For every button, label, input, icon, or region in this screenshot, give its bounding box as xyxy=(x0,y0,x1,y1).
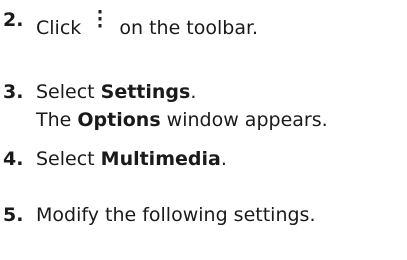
more-vertical-icon xyxy=(87,10,113,36)
step-line-2: The Options window appears. xyxy=(36,106,328,134)
step-2: 2. Click on the toolbar. xyxy=(0,9,259,42)
text: The xyxy=(36,109,78,131)
step-number: 2. xyxy=(3,9,24,31)
step-line-1: Select Settings. xyxy=(36,78,328,106)
step-number: 4. xyxy=(3,148,24,170)
step-instruction: Click on the toolbar. xyxy=(36,10,259,42)
text: . xyxy=(220,148,227,170)
text: window appears. xyxy=(160,109,328,131)
options-term: Options xyxy=(77,109,161,131)
step-instruction: Select Multimedia. xyxy=(36,145,227,173)
step-instruction: Modify the following settings. xyxy=(36,204,316,226)
multimedia-term: Multimedia xyxy=(100,148,221,170)
step-3: 3. Select Settings. The Options window a… xyxy=(0,78,328,134)
step-4: 4. Select Multimedia. xyxy=(0,145,227,173)
step-5: 5. Modify the following settings. xyxy=(0,201,315,229)
step-number: 5. xyxy=(3,204,24,226)
step-text-before-icon: Click xyxy=(36,17,82,39)
step-instruction: Select Settings. The Options window appe… xyxy=(36,78,328,134)
step-text-after-icon: on the toolbar. xyxy=(119,17,259,39)
step-number: 3. xyxy=(3,81,24,103)
settings-term: Settings xyxy=(100,81,191,103)
text: Select xyxy=(36,148,101,170)
text: Select xyxy=(36,81,101,103)
text: . xyxy=(190,81,197,103)
